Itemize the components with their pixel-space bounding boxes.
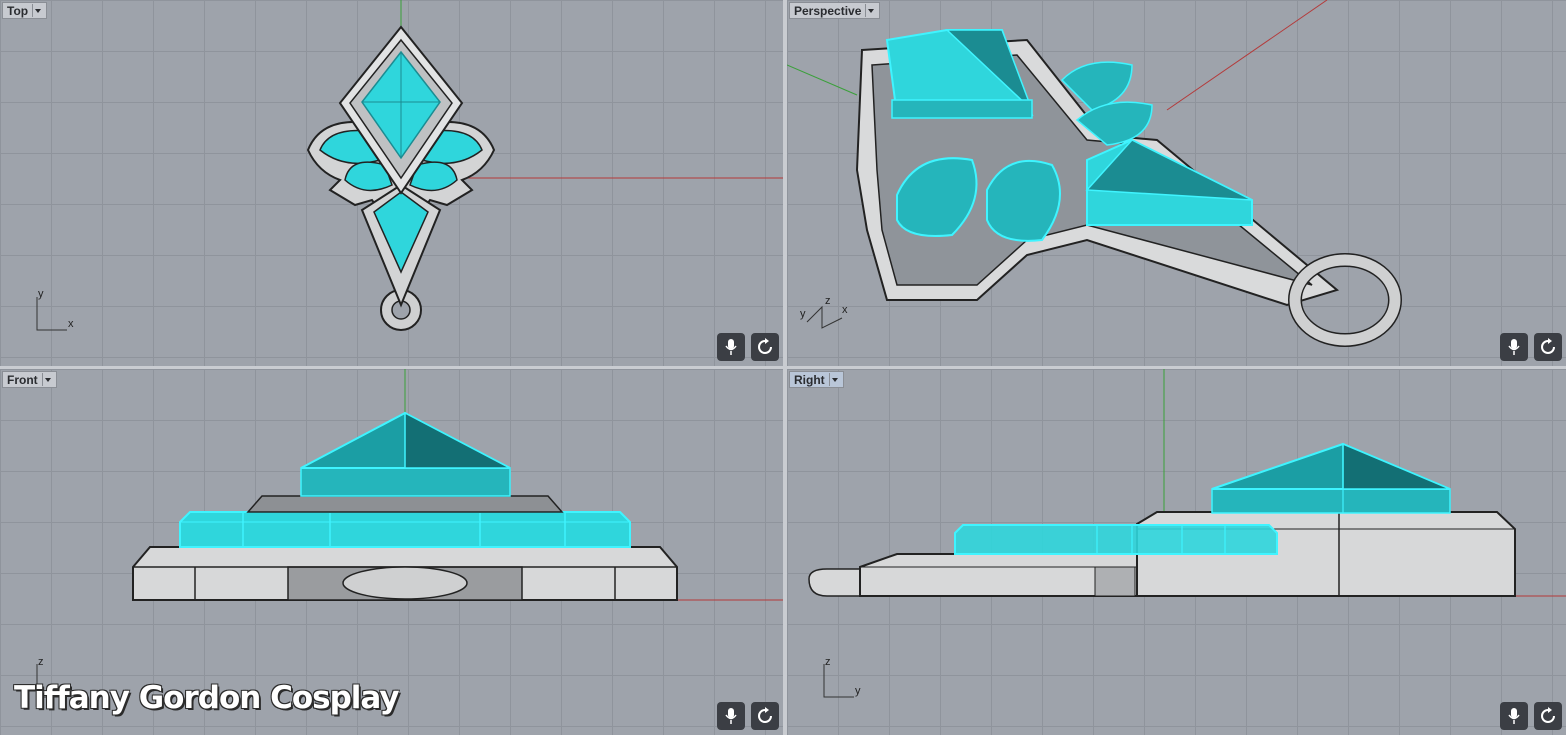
microphone-icon[interactable] xyxy=(717,333,745,361)
chevron-down-icon[interactable] xyxy=(865,4,876,17)
perspective-view-drawing xyxy=(787,0,1402,347)
chevron-down-icon[interactable] xyxy=(828,373,840,386)
axis-y-label: y xyxy=(800,308,806,320)
axis-z-label: z xyxy=(825,295,831,307)
axis-y-label: y xyxy=(38,288,44,300)
axis-y-label: y xyxy=(855,685,861,697)
axis-z-label: z xyxy=(38,656,44,668)
axis-x-label: x xyxy=(842,304,848,316)
viewport-label-right[interactable]: Right xyxy=(789,371,844,388)
viewport-label-front[interactable]: Front xyxy=(2,371,57,388)
watermark-text: Tiffany Gordon Cosplay xyxy=(14,680,400,716)
top-viewport[interactable]: Top y x xyxy=(0,0,783,366)
perspective-viewport[interactable]: Perspective z y x xyxy=(787,0,1566,366)
rotate-icon[interactable] xyxy=(1534,702,1562,730)
viewport-label-perspective[interactable]: Perspective xyxy=(789,2,881,19)
chevron-down-icon[interactable] xyxy=(41,373,53,386)
viewport-label-top[interactable]: Top xyxy=(2,2,48,19)
rotate-icon[interactable] xyxy=(1534,333,1562,361)
right-viewport[interactable]: Right z y xyxy=(787,369,1566,735)
rotate-icon[interactable] xyxy=(751,702,779,730)
microphone-icon[interactable] xyxy=(1500,333,1528,361)
top-view-drawing xyxy=(36,0,783,331)
microphone-icon[interactable] xyxy=(1500,702,1528,730)
right-view-drawing xyxy=(808,369,1566,698)
microphone-icon[interactable] xyxy=(717,702,745,730)
rotate-icon[interactable] xyxy=(751,333,779,361)
axis-z-label: z xyxy=(825,656,831,668)
axis-x-label: x xyxy=(68,318,74,330)
chevron-down-icon[interactable] xyxy=(32,4,43,17)
